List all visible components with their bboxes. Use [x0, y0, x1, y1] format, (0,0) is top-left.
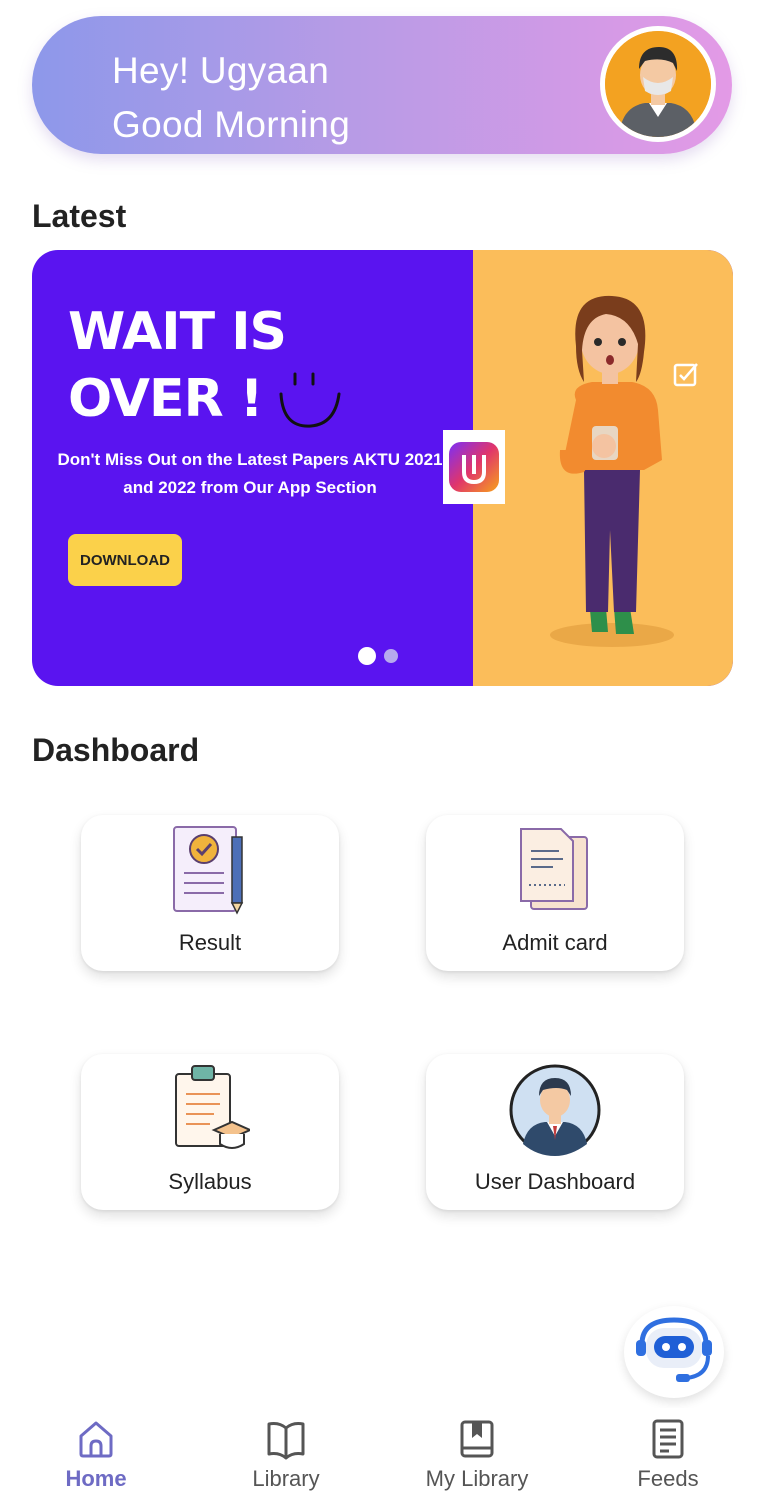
- nav-library-label: Library: [252, 1466, 320, 1491]
- smile-icon: [279, 372, 341, 428]
- syllabus-clipboard-icon: [175, 1065, 250, 1149]
- bookmark-book-icon: [460, 1420, 494, 1458]
- home-icon: [79, 1421, 113, 1458]
- banner-description-line1: Don't Miss Out on the Latest Papers AKTU…: [57, 450, 443, 469]
- result-card[interactable]: Result: [81, 815, 339, 971]
- nav-my-library-label: My Library: [425, 1466, 529, 1491]
- nav-library[interactable]: Library: [236, 1418, 336, 1492]
- user-profile-icon: [509, 1064, 601, 1156]
- promo-banner[interactable]: WAIT IS OVER ! Don't Miss Out on the Lat…: [32, 250, 733, 686]
- user-avatar-icon[interactable]: [600, 26, 716, 142]
- syllabus-card[interactable]: Syllabus: [81, 1054, 339, 1210]
- syllabus-card-label: Syllabus: [168, 1169, 252, 1194]
- greeting-name: Hey! Ugyaan: [112, 50, 330, 91]
- chatbot-icon: [636, 1317, 712, 1382]
- nav-feeds[interactable]: Feeds: [618, 1418, 718, 1492]
- chatbot-button[interactable]: [624, 1306, 724, 1398]
- dashboard-section-title: Dashboard: [32, 732, 200, 768]
- banner-carousel-indicator[interactable]: [358, 647, 398, 665]
- user-dashboard-card-label: User Dashboard: [474, 1169, 636, 1194]
- app-logo-icon: [443, 430, 505, 504]
- result-document-icon: [173, 826, 244, 915]
- girl-with-phone-illustration: [550, 295, 674, 647]
- admit-card-icon: [520, 828, 588, 910]
- carousel-dot-active[interactable]: [358, 647, 376, 665]
- banner-description: Don't Miss Out on the Latest Papers AKTU…: [40, 446, 460, 502]
- nav-feeds-label: Feeds: [637, 1466, 699, 1491]
- result-card-label: Result: [178, 930, 242, 955]
- greeting-time-of-day: Good Morning: [112, 104, 351, 145]
- admit-card-label: Admit card: [502, 930, 608, 955]
- nav-my-library[interactable]: My Library: [410, 1418, 544, 1492]
- admit-card-card[interactable]: Admit card: [426, 815, 684, 971]
- banner-description-line2: and 2022 from Our App Section: [123, 478, 377, 497]
- user-dashboard-card[interactable]: User Dashboard: [426, 1054, 684, 1210]
- nav-home[interactable]: Home: [46, 1418, 146, 1492]
- greeting-banner: Hey! Ugyaan Good Morning: [32, 16, 732, 154]
- latest-section-title: Latest: [32, 198, 127, 234]
- feeds-document-icon: [652, 1419, 684, 1459]
- nav-home-label: Home: [65, 1466, 127, 1491]
- banner-headline-line1: WAIT IS: [68, 302, 287, 362]
- carousel-dot[interactable]: [384, 649, 398, 663]
- download-button[interactable]: DOWNLOAD: [68, 534, 182, 586]
- banner-headline-line2: OVER !: [68, 369, 263, 429]
- bottom-navigation: Home Library My Library Feeds: [0, 1408, 766, 1501]
- book-icon: [267, 1422, 305, 1460]
